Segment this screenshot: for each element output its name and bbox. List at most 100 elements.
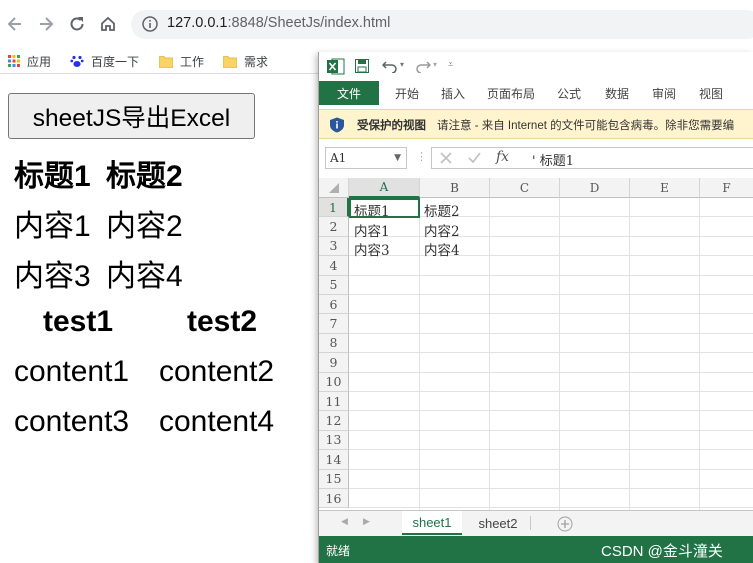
row-header[interactable]: 6: [319, 295, 349, 315]
cell-b3[interactable]: 内容4: [424, 239, 460, 259]
spreadsheet-grid[interactable]: A B C D E F 1 2 3 4 5 6 7 8 9 10 11 12 13 14 15 16 标题1 …: [319, 178, 753, 510]
protected-view-message: 请注意 - 来自 Internet 的文件可能包含病毒。除非您需要编: [437, 120, 735, 132]
row-header[interactable]: 15: [319, 469, 349, 489]
sheet-tab-sheet1[interactable]: sheet1: [402, 511, 462, 535]
protected-view-title: 受保护的视图: [357, 120, 426, 132]
tab-home[interactable]: 开始: [387, 81, 427, 105]
bookmark-apps[interactable]: 应用: [8, 52, 51, 70]
tab-insert[interactable]: 插入: [433, 81, 473, 105]
row-header[interactable]: 5: [319, 275, 349, 295]
add-sheet-icon[interactable]: [557, 516, 573, 532]
row-header[interactable]: 9: [319, 353, 349, 373]
column-header-b[interactable]: B: [420, 178, 490, 198]
row-header[interactable]: 12: [319, 411, 349, 431]
cell-b2[interactable]: 内容2: [424, 220, 460, 240]
formula-bar: A1 ▼ ⋮ fx ' 标题1: [319, 142, 753, 174]
tab-view[interactable]: 视图: [691, 81, 731, 105]
watermark-text: CSDN @金斗潼关: [601, 543, 723, 560]
active-cell-border: [349, 198, 420, 218]
formula-bar-grip-icon: ⋮: [416, 151, 427, 163]
tab-review[interactable]: 审阅: [644, 81, 684, 105]
arrow-left-icon: [7, 17, 21, 31]
enter-check-icon[interactable]: [468, 152, 481, 164]
home-button[interactable]: [97, 13, 119, 35]
prev-sheet-icon[interactable]: ◀: [341, 516, 348, 527]
sheet-tab-sheet2[interactable]: sheet2: [467, 511, 529, 535]
sheet-tab-divider: [530, 516, 531, 530]
grid-line-vertical: [629, 198, 630, 510]
grid-line-horizontal: [349, 391, 753, 392]
sheet-tab-bar: ◀ ▶ sheet1 sheet2: [319, 510, 753, 536]
undo-dropdown-icon[interactable]: ▾: [400, 60, 404, 69]
column-header-a[interactable]: A: [349, 178, 420, 198]
cell-a2[interactable]: 内容1: [354, 220, 390, 240]
formula-input[interactable]: fx ' 标题1: [431, 147, 753, 169]
row-header[interactable]: 8: [319, 333, 349, 354]
bookmark-work[interactable]: 工作: [159, 52, 204, 70]
tab-data[interactable]: 数据: [597, 81, 637, 105]
grid-line-horizontal: [349, 488, 753, 489]
table-cell: 内容1: [14, 210, 91, 243]
redo-icon[interactable]: [415, 59, 431, 73]
row-header[interactable]: 16: [319, 489, 349, 509]
reload-button[interactable]: [66, 13, 88, 35]
status-bar: 就绪 CSDN @金斗潼关: [319, 536, 753, 563]
bookmark-baidu[interactable]: 百度一下: [70, 52, 139, 70]
grid-line-horizontal: [349, 371, 753, 373]
tab-file[interactable]: 文件: [319, 81, 379, 105]
tab-page-layout[interactable]: 页面布局: [482, 81, 540, 105]
table-cell: content4: [159, 405, 275, 438]
tab-formulas[interactable]: 公式: [549, 81, 589, 105]
column-header-d[interactable]: D: [560, 178, 630, 198]
grid-line-horizontal: [349, 352, 753, 354]
bookmark-label: 应用: [27, 54, 52, 69]
bookmark-requirements[interactable]: 需求: [223, 52, 268, 70]
excel-logo-icon: [327, 58, 345, 75]
chevron-down-icon[interactable]: ▼: [394, 148, 401, 168]
excel-window: ▾ ▾ ⩡ 文件 开始 插入 页面布局 公式 数据 审阅 视图 受保护的视图 请…: [318, 52, 753, 563]
table-header-cell: test2: [187, 305, 258, 338]
column-header-f[interactable]: F: [700, 178, 753, 198]
back-button[interactable]: [4, 13, 26, 35]
grid-line-vertical: [699, 198, 700, 510]
row-header[interactable]: 7: [319, 314, 349, 334]
url-path: :8848/SheetJs/index.html: [227, 15, 391, 31]
column-header-e[interactable]: E: [630, 178, 700, 198]
cancel-icon[interactable]: [440, 152, 452, 164]
page-content: sheetJS导出Excel 标题1 标题2 内容1 内容2 内容3 内容4 t…: [0, 75, 320, 563]
address-bar[interactable]: 127.0.0.1:8848/SheetJs/index.html: [131, 10, 753, 39]
row-header[interactable]: 4: [319, 256, 349, 276]
save-icon[interactable]: [355, 59, 369, 73]
grid-line-horizontal: [349, 294, 753, 295]
row-header[interactable]: 1: [319, 198, 349, 218]
bookmark-label: 百度一下: [91, 54, 140, 69]
row-header[interactable]: 13: [319, 430, 349, 451]
undo-icon[interactable]: [382, 59, 398, 73]
bookmark-label: 工作: [180, 54, 205, 69]
folder-icon: [159, 55, 173, 68]
cell-b1[interactable]: 标题2: [424, 200, 460, 220]
cell-a3[interactable]: 内容3: [354, 239, 390, 259]
redo-dropdown-icon[interactable]: ▾: [433, 60, 437, 69]
row-header[interactable]: 11: [319, 392, 349, 412]
grid-line-horizontal: [349, 410, 753, 412]
row-header[interactable]: 2: [319, 217, 349, 237]
url-host: 127.0.0.1: [167, 15, 228, 31]
forward-button[interactable]: [35, 13, 57, 35]
select-all-corner[interactable]: [319, 178, 349, 198]
excel-titlebar: ▾ ▾ ⩡: [319, 52, 753, 81]
export-excel-button[interactable]: sheetJS导出Excel: [8, 93, 255, 139]
next-sheet-icon[interactable]: ▶: [363, 516, 370, 527]
row-header[interactable]: 10: [319, 372, 349, 392]
info-icon[interactable]: [142, 16, 158, 37]
grid-line-vertical: [559, 198, 560, 510]
row-header[interactable]: 14: [319, 450, 349, 470]
name-box[interactable]: A1 ▼: [325, 147, 407, 169]
row-header[interactable]: 3: [319, 236, 349, 257]
folder-icon: [223, 55, 237, 68]
table-cell: 内容2: [106, 210, 183, 243]
insert-function-icon[interactable]: fx: [496, 149, 509, 165]
customize-toolbar-icon[interactable]: ⩡: [448, 59, 453, 70]
column-header-c[interactable]: C: [490, 178, 560, 198]
table-cell: content3: [14, 405, 130, 438]
